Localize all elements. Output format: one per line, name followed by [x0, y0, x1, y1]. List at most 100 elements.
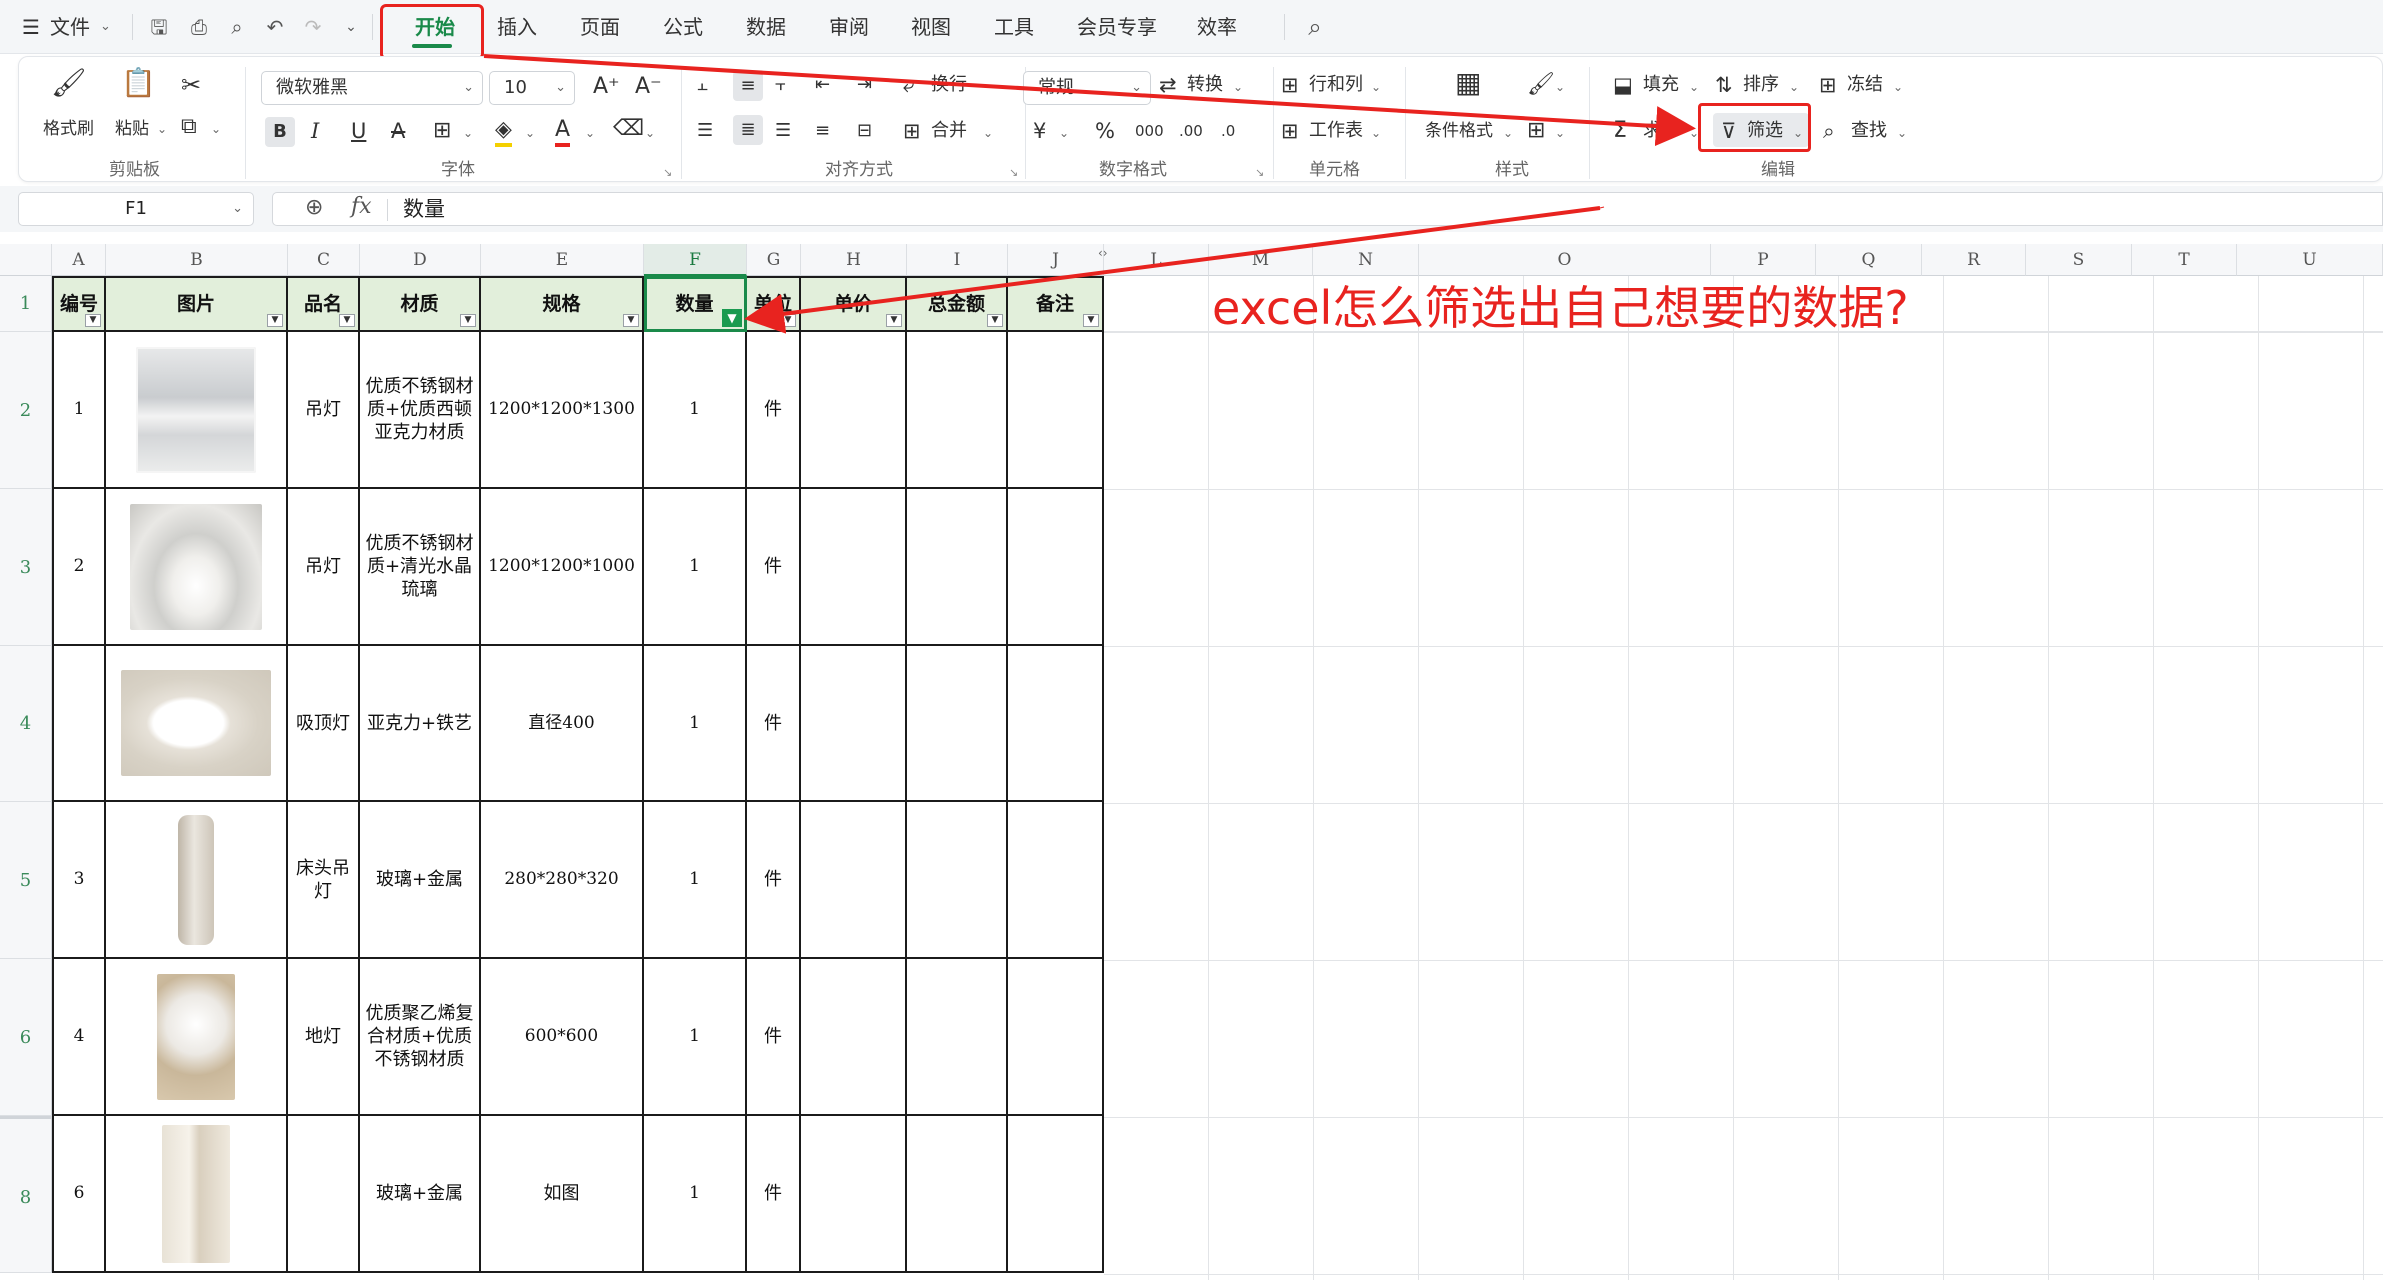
- table-cell[interactable]: [106, 802, 288, 959]
- table-cell[interactable]: 件: [747, 332, 801, 489]
- table-cell[interactable]: 件: [747, 646, 801, 802]
- conditional-format-chevron-icon[interactable]: ⌄: [1503, 121, 1513, 145]
- header-cell-total[interactable]: 总金额 ▼: [907, 276, 1008, 332]
- format-painter-icon[interactable]: 🖌: [51, 69, 87, 97]
- convert-chevron-icon[interactable]: ⌄: [1233, 75, 1243, 99]
- font-color-chevron-icon[interactable]: ⌄: [585, 121, 595, 145]
- table-cell[interactable]: [106, 1116, 288, 1273]
- table-cell[interactable]: 玻璃+金属: [360, 802, 481, 959]
- sort-chevron-icon[interactable]: ⌄: [1789, 75, 1799, 99]
- find-button[interactable]: 查找: [1851, 119, 1887, 143]
- table-cell[interactable]: 1: [644, 959, 747, 1116]
- table-cell[interactable]: [907, 646, 1008, 802]
- table-cell[interactable]: 件: [747, 1116, 801, 1273]
- table-cell[interactable]: 件: [747, 802, 801, 959]
- col-header-c[interactable]: C: [288, 244, 360, 276]
- col-header-f[interactable]: F: [644, 244, 747, 276]
- freeze-chevron-icon[interactable]: ⌄: [1893, 75, 1903, 99]
- row-header-8[interactable]: 8: [0, 1116, 52, 1273]
- empty-grid-area[interactable]: [1104, 276, 2383, 1280]
- header-cell-material[interactable]: 材质 ▼: [360, 276, 481, 332]
- align-top-icon[interactable]: ⫠: [697, 73, 708, 97]
- search-icon[interactable]: ⌕: [1302, 14, 1328, 40]
- table-cell[interactable]: 件: [747, 489, 801, 646]
- col-header-s[interactable]: S: [2026, 244, 2132, 276]
- decrease-decimal-icon[interactable]: .0: [1221, 119, 1235, 143]
- table-cell[interactable]: 1: [644, 646, 747, 802]
- table-cell[interactable]: 6: [52, 1116, 106, 1273]
- decrease-font-icon[interactable]: A⁻: [635, 75, 662, 99]
- table-cell[interactable]: 件: [747, 959, 801, 1116]
- filter-dropdown-icon[interactable]: ▼: [987, 314, 1003, 327]
- header-cell-no[interactable]: 编号 ▼: [52, 276, 106, 332]
- col-header-t[interactable]: T: [2132, 244, 2237, 276]
- column-resize-handle-icon[interactable]: ‹›: [1098, 246, 1108, 260]
- table-cell[interactable]: [106, 489, 288, 646]
- col-header-a[interactable]: A: [52, 244, 106, 276]
- thousands-icon[interactable]: 000: [1135, 119, 1164, 143]
- table-cell[interactable]: [801, 959, 907, 1116]
- find-chevron-icon[interactable]: ⌄: [1897, 121, 1907, 145]
- col-header-e[interactable]: E: [481, 244, 644, 276]
- table-cell[interactable]: 1200*1200*1000: [481, 489, 644, 646]
- table-cell[interactable]: 亚克力+铁艺: [360, 646, 481, 802]
- col-header-u[interactable]: U: [2237, 244, 2383, 276]
- number-dialog-launcher-icon[interactable]: ↘: [1255, 161, 1264, 185]
- increase-font-icon[interactable]: A⁺: [593, 75, 620, 99]
- row-col-chevron-icon[interactable]: ⌄: [1371, 75, 1381, 99]
- filter-dropdown-icon[interactable]: ▼: [460, 314, 476, 327]
- currency-chevron-icon[interactable]: ⌄: [1059, 121, 1069, 145]
- print-icon[interactable]: ⎙: [186, 14, 212, 40]
- filter-dropdown-icon[interactable]: ▼: [1083, 314, 1099, 327]
- increase-decimal-icon[interactable]: .00: [1179, 119, 1203, 143]
- table-cell[interactable]: 2: [52, 489, 106, 646]
- table-cell[interactable]: [907, 959, 1008, 1116]
- table-cell[interactable]: [801, 1116, 907, 1273]
- table-cell[interactable]: 优质聚乙烯复合材质+优质不锈钢材质: [360, 959, 481, 1116]
- header-cell-unit[interactable]: 单位 ▼: [747, 276, 801, 332]
- conditional-format-button[interactable]: 条件格式: [1425, 119, 1493, 143]
- table-cell[interactable]: [106, 332, 288, 489]
- merge-button[interactable]: 合并: [931, 119, 967, 143]
- table-style-icon[interactable]: ⊞: [1527, 119, 1545, 143]
- row-col-icon[interactable]: ⊞: [1281, 73, 1299, 97]
- table-cell[interactable]: 吊灯: [288, 332, 360, 489]
- file-menu-chevron-icon[interactable]: ⌄: [100, 0, 111, 54]
- col-header-g[interactable]: G: [747, 244, 801, 276]
- col-header-j[interactable]: J: [1008, 244, 1104, 276]
- cut-icon[interactable]: ✂: [181, 73, 201, 97]
- table-cell[interactable]: [907, 489, 1008, 646]
- table-cell[interactable]: 4: [52, 959, 106, 1116]
- table-cell[interactable]: 1: [644, 489, 747, 646]
- table-cell[interactable]: 优质不锈钢材质+优质西顿亚克力材质: [360, 332, 481, 489]
- table-style-chevron-icon[interactable]: ⌄: [1555, 121, 1565, 145]
- header-cell-name[interactable]: 品名 ▼: [288, 276, 360, 332]
- fill-button[interactable]: 填充: [1643, 73, 1679, 97]
- table-cell[interactable]: 吸顶灯: [288, 646, 360, 802]
- worksheet-icon[interactable]: ⊞: [1281, 119, 1299, 143]
- tab-view[interactable]: 视图: [911, 0, 951, 54]
- filter-dropdown-icon[interactable]: ▼: [780, 314, 796, 327]
- conditional-format-icon[interactable]: ▦: [1455, 69, 1481, 97]
- font-dialog-launcher-icon[interactable]: ↘: [663, 161, 672, 185]
- clear-chevron-icon[interactable]: ⌄: [645, 121, 655, 145]
- header-cell-note[interactable]: 备注 ▼: [1008, 276, 1104, 332]
- tab-efficiency[interactable]: 效率: [1197, 0, 1237, 54]
- table-cell[interactable]: 直径400: [481, 646, 644, 802]
- clear-format-icon[interactable]: ⌫: [613, 117, 644, 141]
- freeze-icon[interactable]: ⊞: [1819, 73, 1837, 97]
- col-header-b[interactable]: B: [106, 244, 288, 276]
- table-cell[interactable]: 玻璃+金属: [360, 1116, 481, 1273]
- table-cell[interactable]: [801, 489, 907, 646]
- align-right-icon[interactable]: ☰: [775, 119, 791, 143]
- filter-dropdown-icon[interactable]: ▼: [623, 314, 639, 327]
- filter-dropdown-icon[interactable]: ▼: [85, 314, 101, 327]
- table-cell[interactable]: [1008, 489, 1104, 646]
- distributed-icon[interactable]: ⊟: [857, 119, 872, 143]
- table-cell[interactable]: [1008, 959, 1104, 1116]
- row-header-5[interactable]: 5: [0, 802, 52, 959]
- tab-data[interactable]: 数据: [746, 0, 786, 54]
- table-cell[interactable]: 吊灯: [288, 489, 360, 646]
- table-cell[interactable]: [907, 802, 1008, 959]
- table-cell[interactable]: 1200*1200*1300: [481, 332, 644, 489]
